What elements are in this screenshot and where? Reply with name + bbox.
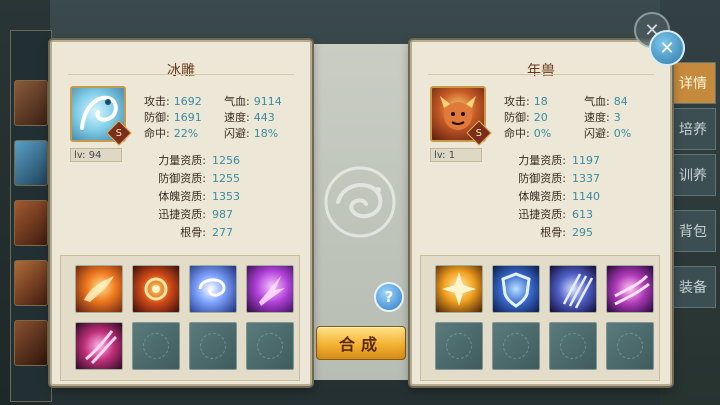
background-pet-thumb[interactable] [14, 140, 48, 186]
dragon-emblem-icon [324, 166, 396, 238]
aptitude-value: 1353 [212, 190, 240, 203]
stat-label: 防御: [144, 111, 170, 124]
aptitude-value: 1140 [572, 190, 600, 203]
aptitude-label: 力量资质: [518, 154, 566, 167]
right-pet-skills-grid [420, 255, 660, 381]
aptitude-value: 613 [572, 208, 593, 221]
left-pet-panel: 冰雕 S lv: 94 攻击: 1692 气血: 9114 防御: 1691 速度: 4… [50, 40, 312, 386]
stat-value: 1692 [173, 95, 202, 108]
right-pet-aptitudes: 力量资质: 1197 防御资质: 1337 体魄资质: 1140 迅捷资质: 613 根… [502, 152, 600, 242]
aptitude-value: 987 [212, 208, 233, 221]
background-pet-thumb[interactable] [14, 260, 48, 306]
stat-label: 攻击: [144, 95, 170, 108]
aptitude-label: 迅捷资质: [518, 208, 566, 221]
stat-label: 命中: [504, 127, 530, 140]
empty-skill-slot[interactable] [246, 322, 294, 370]
side-tab-bag[interactable]: 背包 [670, 210, 716, 252]
aptitude-label: 力量资质: [158, 154, 206, 167]
stat-value: 443 [253, 111, 275, 124]
stat-label: 速度: [224, 111, 250, 124]
left-pet-stats: 攻击: 1692 气血: 9114 防御: 1691 速度: 443 命中: 22% 闪避… [144, 94, 304, 142]
blue-shield-skill-icon[interactable] [492, 265, 540, 313]
stat-label: 速度: [584, 111, 610, 124]
stat-label: 防御: [504, 111, 530, 124]
left-pet-name: 冰雕 [167, 63, 195, 79]
background-pet-thumb[interactable] [14, 320, 48, 366]
right-pet-panel: 年兽 S lv: 1 攻击: 18 气血: 84 防御: 20 速度: 3 命中: 0% … [410, 40, 672, 386]
right-pet-name: 年兽 [527, 63, 555, 79]
stat-label: 闪避: [224, 127, 250, 140]
stat-value: 0% [613, 127, 632, 140]
stat-value: 18% [253, 127, 279, 140]
side-tab-details[interactable]: 详情 [670, 62, 716, 104]
left-pet-aptitudes: 力量资质: 1256 防御资质: 1255 体魄资质: 1353 迅捷资质: 987 根… [142, 152, 240, 242]
aptitude-label: 体魄资质: [158, 190, 206, 203]
stat-value: 18 [533, 95, 548, 108]
merge-button[interactable]: 合成 [316, 326, 406, 360]
grade-letter: S [475, 127, 483, 139]
aptitude-value: 1337 [572, 172, 600, 185]
aptitude-label: 根骨: [180, 226, 206, 239]
side-tab-equipment[interactable]: 装备 [670, 266, 716, 308]
right-pet-stats: 攻击: 18 气血: 84 防御: 20 速度: 3 命中: 0% 闪避: 0% [504, 94, 664, 142]
purple-slash-skill-icon[interactable] [606, 265, 654, 313]
empty-skill-slot[interactable] [435, 322, 483, 370]
title-divider [68, 74, 294, 75]
aptitude-value: 1255 [212, 172, 240, 185]
help-button[interactable]: ? [374, 282, 404, 312]
pink-claw-skill-icon[interactable] [75, 322, 123, 370]
stat-value: 20 [533, 111, 548, 124]
empty-skill-slot[interactable] [132, 322, 180, 370]
title-divider [428, 74, 654, 75]
fire-orb-skill-icon[interactable] [132, 265, 180, 313]
side-tab-train[interactable]: 训养 [670, 154, 716, 196]
stat-value: 1691 [173, 111, 202, 124]
blue-claw-skill-icon[interactable] [549, 265, 597, 313]
purple-strike-skill-icon[interactable] [246, 265, 294, 313]
wind-vortex-skill-icon[interactable] [189, 265, 237, 313]
empty-skill-slot[interactable] [189, 322, 237, 370]
aptitude-label: 防御资质: [158, 172, 206, 185]
background-pet-thumb[interactable] [14, 200, 48, 246]
aptitude-value: 1256 [212, 154, 240, 167]
aptitude-value: 1197 [572, 154, 600, 167]
side-tab-cultivate[interactable]: 培养 [670, 108, 716, 150]
empty-skill-slot[interactable] [549, 322, 597, 370]
aptitude-value: 295 [572, 226, 593, 239]
right-pet-level: lv: 1 [430, 148, 482, 162]
stat-label: 气血: [224, 95, 250, 108]
left-pet-level: lv: 94 [70, 148, 122, 162]
aptitude-label: 根骨: [540, 226, 566, 239]
stat-label: 攻击: [504, 95, 530, 108]
stat-label: 命中: [144, 127, 170, 140]
empty-skill-slot[interactable] [606, 322, 654, 370]
stat-label: 闪避: [584, 127, 610, 140]
aptitude-label: 体魄资质: [518, 190, 566, 203]
aptitude-value: 277 [212, 226, 233, 239]
grade-letter: S [115, 127, 123, 139]
stat-value: 84 [613, 95, 628, 108]
close-icon[interactable]: ✕ [649, 30, 685, 66]
background-pet-thumb[interactable] [14, 80, 48, 126]
aptitude-label: 迅捷资质: [158, 208, 206, 221]
stat-label: 气血: [584, 95, 610, 108]
golden-burst-skill-icon[interactable] [435, 265, 483, 313]
empty-skill-slot[interactable] [492, 322, 540, 370]
stat-value: 9114 [253, 95, 282, 108]
stat-value: 0% [533, 127, 552, 140]
stat-value: 22% [173, 127, 199, 140]
aptitude-label: 防御资质: [518, 172, 566, 185]
fire-phoenix-skill-icon[interactable] [75, 265, 123, 313]
left-pet-skills-grid [60, 255, 300, 381]
stat-value: 3 [613, 111, 621, 124]
